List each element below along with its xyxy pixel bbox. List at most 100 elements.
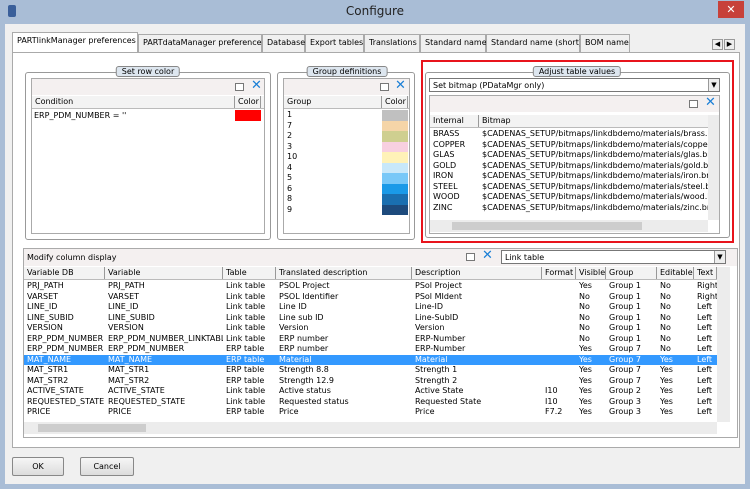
column-header-format[interactable]: Format bbox=[542, 267, 576, 279]
horizontal-scrollbar[interactable] bbox=[24, 422, 717, 434]
cell-description: Active State bbox=[415, 386, 464, 395]
table-row[interactable]: ERP_PDM_NUMBER ERP_PDM_NUMBER_LINKTABLE Li… bbox=[24, 334, 717, 345]
condition-cell[interactable]: ERP_PDM_NUMBER = '' bbox=[34, 111, 126, 120]
color-swatch[interactable] bbox=[382, 120, 408, 131]
column-header-description[interactable]: Description bbox=[412, 267, 542, 279]
vertical-scrollbar[interactable] bbox=[717, 267, 730, 422]
cell-description: Price bbox=[415, 407, 435, 416]
table-row[interactable]: REQUESTED_STATE REQUESTED_STATE Link table… bbox=[24, 397, 717, 408]
chevron-down-icon[interactable]: ▼ bbox=[714, 251, 725, 263]
tab-partlinkmanager-preferences[interactable]: PARTlinkManager preferences bbox=[12, 32, 138, 53]
table-row[interactable]: ERP_PDM_NUMBER ERP_PDM_NUMBER ERP table ERP… bbox=[24, 344, 717, 355]
column-header-bitmap[interactable]: Bitmap bbox=[479, 115, 708, 127]
column-header-editable[interactable]: Editable bbox=[657, 267, 694, 279]
delete-icon[interactable]: ✕ bbox=[482, 249, 493, 262]
tab-standard-name[interactable]: Standard name bbox=[420, 34, 487, 52]
column-header-variable-db[interactable]: Variable DB bbox=[24, 267, 105, 279]
table-row[interactable]: MAT_STR1 MAT_STR1 ERP table Strength 8.8 Str… bbox=[24, 365, 717, 376]
group-definitions-legend: Group definitions bbox=[306, 66, 388, 77]
tab-scroll-right-button[interactable]: ▶ bbox=[724, 39, 735, 50]
list-item[interactable]: 5 bbox=[284, 173, 408, 184]
table-row[interactable]: VARSET VARSET Link table PSOL Identifier PSo… bbox=[24, 292, 717, 303]
column-header-group[interactable]: Group bbox=[606, 267, 657, 279]
new-icon[interactable] bbox=[235, 83, 244, 91]
table-select[interactable]: Link table ▼ bbox=[501, 250, 726, 264]
list-item[interactable]: ZINC $CADENAS_SETUP/bitmaps/linkdbdemo/ma… bbox=[430, 203, 708, 214]
delete-icon[interactable]: ✕ bbox=[251, 79, 262, 92]
close-button[interactable]: ✕ bbox=[718, 1, 744, 18]
list-item[interactable]: 10 bbox=[284, 152, 408, 163]
list-item[interactable]: STEEL $CADENAS_SETUP/bitmaps/linkdbdemo/m… bbox=[430, 182, 708, 193]
list-item[interactable]: 1 bbox=[284, 110, 408, 121]
list-item[interactable]: WOOD $CADENAS_SETUP/bitmaps/linkdbdemo/ma… bbox=[430, 192, 708, 203]
cell-translated-description: Requested status bbox=[279, 396, 349, 406]
column-header-condition[interactable]: Condition bbox=[32, 96, 235, 108]
color-swatch[interactable] bbox=[382, 110, 408, 121]
table-row[interactable]: PRICE PRICE ERP table Price Price F7.2 Yes Grou… bbox=[24, 407, 717, 418]
table-row[interactable]: ACTIVE_STATE ACTIVE_STATE Link table Active… bbox=[24, 386, 717, 397]
horizontal-scrollbar[interactable] bbox=[430, 220, 708, 232]
color-swatch[interactable] bbox=[382, 183, 408, 194]
table-row[interactable]: MAT_STR2 MAT_STR2 ERP table Strength 12.9 St… bbox=[24, 376, 717, 387]
chevron-down-icon[interactable]: ▼ bbox=[708, 79, 719, 91]
list-item[interactable]: GOLD $CADENAS_SETUP/bitmaps/linkdbdemo/ma… bbox=[430, 161, 708, 172]
list-item[interactable]: 7 bbox=[284, 120, 408, 131]
new-icon[interactable] bbox=[689, 100, 698, 108]
cell-editable: No bbox=[660, 333, 671, 343]
adjust-mode-select[interactable]: Set bitmap (PDataMgr only) ▼ bbox=[429, 78, 720, 92]
cancel-button[interactable]: Cancel bbox=[80, 457, 134, 476]
list-item[interactable]: 4 bbox=[284, 162, 408, 173]
list-item[interactable]: BRASS $CADENAS_SETUP/bitmaps/linkdbdemo/m… bbox=[430, 129, 708, 140]
table-row[interactable]: VERSION VERSION Link table Version Version No… bbox=[24, 323, 717, 334]
new-icon[interactable] bbox=[466, 253, 475, 261]
color-swatch[interactable] bbox=[382, 131, 408, 142]
column-header-translated-description[interactable]: Translated description bbox=[276, 267, 412, 279]
column-header-internal[interactable]: Internal bbox=[430, 115, 479, 127]
delete-icon[interactable]: ✕ bbox=[705, 96, 716, 109]
color-swatch[interactable] bbox=[382, 194, 408, 205]
column-header-text[interactable]: Text bbox=[694, 267, 717, 279]
table-row[interactable]: LINE_ID LINE_ID Link table Line ID Line-ID No… bbox=[24, 302, 717, 313]
column-header-table[interactable]: Table bbox=[223, 267, 276, 279]
column-header-group[interactable]: Group bbox=[284, 96, 382, 108]
delete-icon[interactable]: ✕ bbox=[395, 79, 406, 92]
list-item[interactable]: 3 bbox=[284, 141, 408, 152]
vertical-scrollbar[interactable] bbox=[708, 115, 719, 220]
list-item[interactable]: 2 bbox=[284, 131, 408, 142]
color-swatch[interactable] bbox=[382, 162, 408, 173]
cell-variable-db: MAT_STR1 bbox=[27, 365, 69, 374]
cell-variable-db: ACTIVE_STATE bbox=[27, 386, 84, 395]
table-row[interactable]: LINE_SUBID LINE_SUBID Link table Line sub I… bbox=[24, 313, 717, 324]
ok-button[interactable]: OK bbox=[12, 457, 64, 476]
cell-group: Group 1 bbox=[609, 302, 641, 311]
tab-database[interactable]: Database bbox=[262, 34, 305, 52]
list-item[interactable]: 8 bbox=[284, 194, 408, 205]
color-swatch[interactable] bbox=[382, 204, 408, 215]
tab-translations[interactable]: Translations bbox=[364, 34, 420, 52]
column-header-color[interactable]: Color bbox=[382, 96, 408, 108]
tab-partdatamanager-preferences[interactable]: PARTdataManager preferences bbox=[138, 34, 266, 52]
scrollbar-thumb[interactable] bbox=[38, 424, 146, 432]
tab-standard-name-short-[interactable]: Standard name (short) bbox=[486, 34, 582, 52]
column-header-color[interactable]: Color bbox=[235, 96, 261, 108]
column-header-visible[interactable]: Visible bbox=[576, 267, 606, 279]
color-swatch[interactable] bbox=[235, 110, 261, 121]
list-item[interactable]: IRON $CADENAS_SETUP/bitmaps/linkdbdemo/ma… bbox=[430, 171, 708, 182]
color-swatch[interactable] bbox=[382, 152, 408, 163]
tab-bom-name[interactable]: BOM name bbox=[580, 34, 630, 52]
internal-cell: BRASS bbox=[433, 129, 460, 138]
color-swatch[interactable] bbox=[382, 173, 408, 184]
list-item[interactable]: 9 bbox=[284, 204, 408, 215]
color-swatch[interactable] bbox=[382, 141, 408, 152]
column-header-variable[interactable]: Variable bbox=[105, 267, 223, 279]
list-item[interactable]: 6 bbox=[284, 183, 408, 194]
table-row[interactable]: MAT_NAME MAT_NAME ERP table Material Materia… bbox=[24, 354, 717, 365]
list-item[interactable]: COPPER $CADENAS_SETUP/bitmaps/linkdbdemo/… bbox=[430, 140, 708, 151]
tab-export-tables[interactable]: Export tables bbox=[305, 34, 364, 52]
scrollbar-thumb[interactable] bbox=[452, 222, 642, 230]
new-icon[interactable] bbox=[380, 83, 389, 91]
list-item[interactable]: GLAS $CADENAS_SETUP/bitmaps/linkdbdemo/ma… bbox=[430, 150, 708, 161]
tab-scroll-left-button[interactable]: ◀ bbox=[712, 39, 723, 50]
cell-description: Version bbox=[415, 323, 445, 332]
table-row[interactable]: PRJ_PATH PRJ_PATH Link table PSOL Project PS… bbox=[24, 281, 717, 292]
